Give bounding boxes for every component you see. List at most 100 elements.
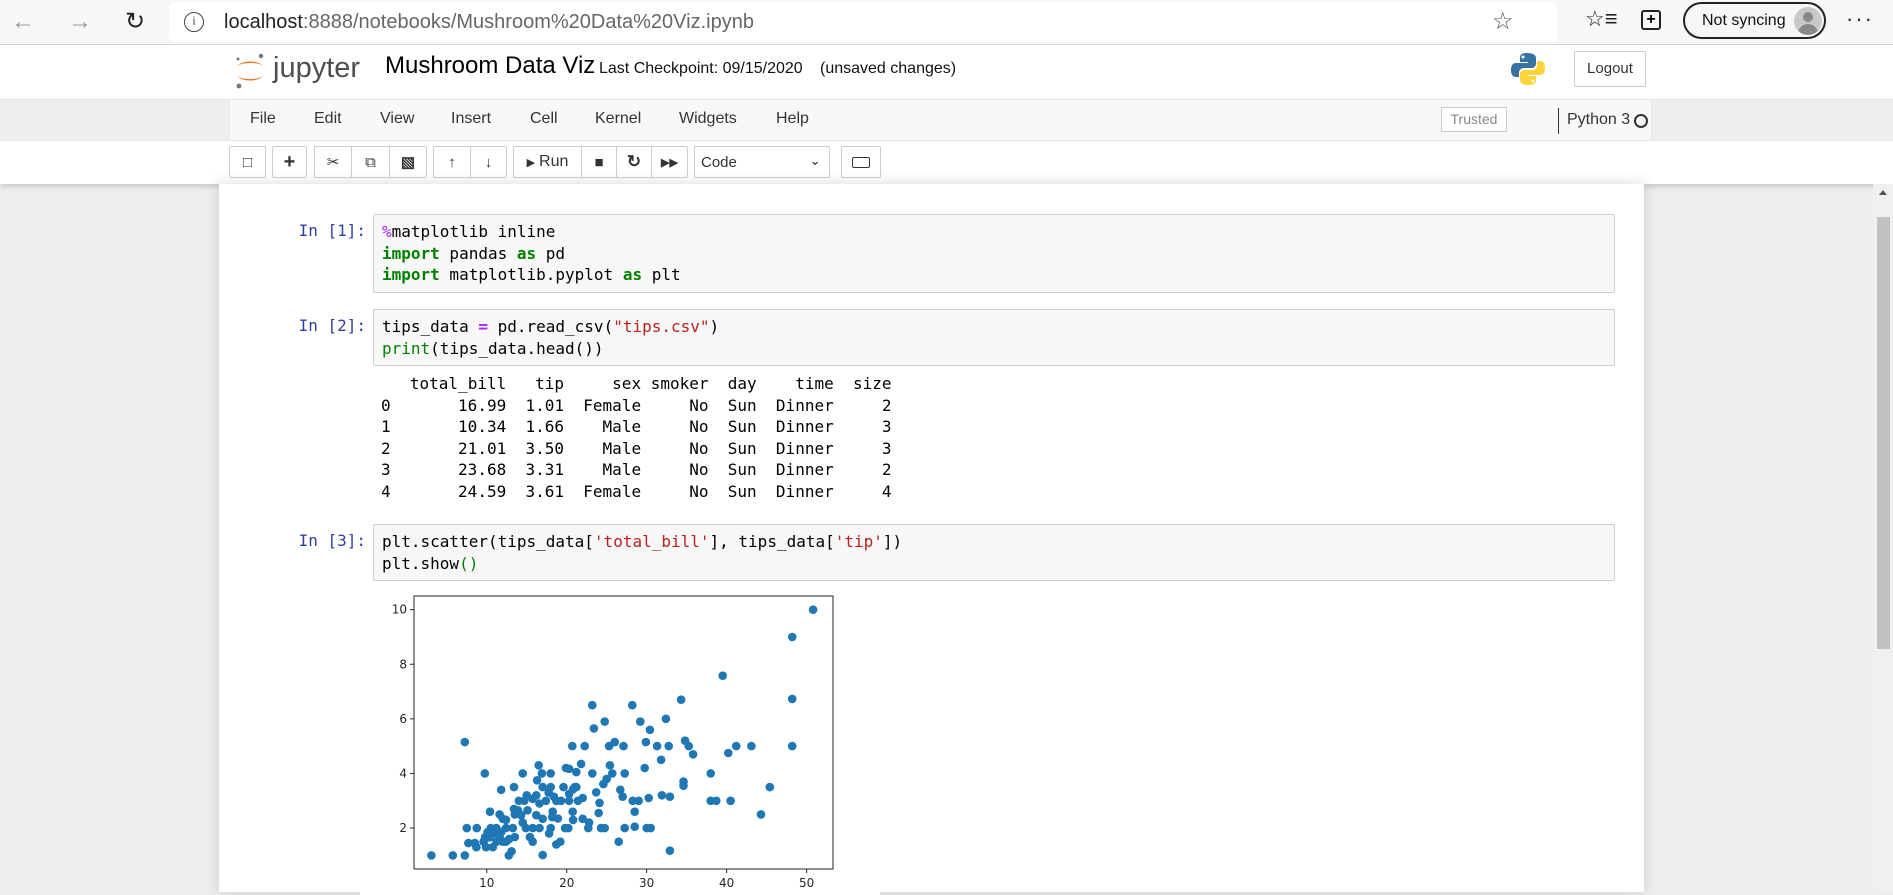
code-token: import xyxy=(382,265,440,284)
scatter-point xyxy=(676,695,686,704)
code-token: () xyxy=(459,553,479,573)
paste-button[interactable]: ▧ xyxy=(390,147,426,177)
table-cell: sex xyxy=(612,374,642,393)
cell-type-select[interactable]: Code ⌄ xyxy=(694,146,830,178)
kernel-name[interactable]: Python 3 xyxy=(1558,108,1630,134)
menubar: File Edit View Insert Cell Kernel Widget… xyxy=(229,100,1652,141)
table-cell: Dinner xyxy=(775,481,834,501)
x-tick-label: 30 xyxy=(639,876,654,890)
scatter-point xyxy=(605,761,615,770)
table-cell: No xyxy=(689,438,709,458)
table-cell: 10.34 xyxy=(458,417,507,436)
scatter-point xyxy=(630,822,639,831)
menu-help[interactable]: Help xyxy=(776,110,809,128)
unsaved-changes: (unsaved changes) xyxy=(820,60,957,77)
command-palette-button[interactable] xyxy=(841,146,881,178)
save-button[interactable]: □ xyxy=(229,146,266,178)
menu-kernel[interactable]: Kernel xyxy=(595,110,641,128)
code-cell-input[interactable]: plt.scatter(tips_data['total_bill'], tip… xyxy=(373,524,1615,581)
menu-insert[interactable]: Insert xyxy=(451,110,491,128)
scatter-point xyxy=(765,782,775,792)
table-cell: 3 xyxy=(381,460,391,479)
scatter-point xyxy=(646,823,655,833)
scatter-point xyxy=(620,769,629,778)
insert-cell-button[interactable]: + xyxy=(272,146,307,178)
notebook-container: In [1]: %matplotlib inline import pandas a… xyxy=(219,184,1644,895)
forward-icon[interactable]: → xyxy=(65,8,95,38)
collections-icon[interactable]: + xyxy=(1641,10,1661,30)
cut-button[interactable]: ✂ xyxy=(315,147,352,177)
scatter-point xyxy=(644,793,653,803)
scroll-up-icon[interactable] xyxy=(1879,190,1887,195)
scatter-point xyxy=(559,782,568,792)
favorites-list-icon[interactable]: ☆≡ xyxy=(1585,6,1618,32)
menu-widgets[interactable]: Widgets xyxy=(679,110,737,128)
x-tick-label: 10 xyxy=(479,876,494,890)
move-up-button[interactable]: ↑ xyxy=(434,147,471,177)
scatter-point xyxy=(427,851,436,860)
favorite-star-icon[interactable]: ☆ xyxy=(1492,7,1514,36)
sync-profile-button[interactable]: Not syncing xyxy=(1683,2,1826,39)
scrollbar-thumb[interactable] xyxy=(1877,217,1890,649)
scatter-point xyxy=(460,737,470,747)
copy-button[interactable]: ⧉ xyxy=(352,147,390,177)
trusted-indicator[interactable]: Trusted xyxy=(1441,107,1507,132)
restart-button[interactable]: ↻ xyxy=(617,147,652,177)
y-tick-label: 4 xyxy=(399,766,407,780)
code-token: matplotlib inline xyxy=(391,222,556,241)
code-token: plt xyxy=(642,265,681,284)
notebook-title[interactable]: Mushroom Data Viz xyxy=(385,52,595,80)
scatter-point xyxy=(630,807,639,816)
table-cell: 3.61 xyxy=(525,481,565,501)
scrollbar[interactable] xyxy=(1873,184,1893,892)
kernel-idle-icon xyxy=(1634,114,1648,128)
code-cell-input[interactable]: tips_data = pd.read_csv("tips.csv") print… xyxy=(373,309,1615,366)
table-row: 3 23.68 3.31 Male No Sun Dinner 2 xyxy=(381,459,892,481)
run-button[interactable]: ▶ Run xyxy=(514,147,582,177)
info-icon[interactable]: i xyxy=(184,12,204,32)
back-icon[interactable]: ← xyxy=(8,8,38,38)
scatter-point xyxy=(620,823,629,833)
menu-view[interactable]: View xyxy=(380,110,414,128)
scatter-point xyxy=(594,808,603,818)
scatter-point xyxy=(726,796,735,806)
move-down-button[interactable]: ↓ xyxy=(471,147,506,177)
logout-button[interactable]: Logout xyxy=(1574,51,1646,87)
run-icon: ▶ xyxy=(526,156,536,169)
address-bar[interactable]: i localhost:8888/notebooks/Mushroom%20Da… xyxy=(169,2,1557,42)
table-cell: No xyxy=(689,460,709,479)
table-cell: day xyxy=(727,374,757,393)
table-cell: No xyxy=(689,481,709,501)
x-tick-label: 50 xyxy=(799,876,814,890)
table-cell: Female xyxy=(583,481,642,501)
scatter-point xyxy=(504,834,514,844)
chevron-down-icon: ⌄ xyxy=(809,152,821,168)
table-cell: 2 xyxy=(881,395,892,415)
scatter-point xyxy=(665,792,675,801)
scatter-point xyxy=(610,737,619,747)
code-token: pandas xyxy=(439,243,517,263)
scatter-point xyxy=(602,774,611,784)
scatter-point xyxy=(724,748,733,758)
scatter-point xyxy=(578,814,587,824)
scatter-point xyxy=(756,810,766,819)
menu-edit[interactable]: Edit xyxy=(314,110,342,128)
menu-file[interactable]: File xyxy=(250,110,276,128)
y-tick-label: 6 xyxy=(399,712,407,726)
jupyter-logo[interactable]: jupyter xyxy=(233,50,373,92)
table-row: 4 24.59 3.61 Female No Sun Dinner 4 xyxy=(381,481,892,503)
table-cell: total_bill xyxy=(409,374,507,393)
scatter-point xyxy=(589,724,599,733)
code-cell-input[interactable]: %matplotlib inline import pandas as pd imp… xyxy=(373,214,1615,293)
restart-run-all-button[interactable]: ▶▶ xyxy=(652,147,687,177)
scatter-point xyxy=(747,741,756,751)
code-token: ], tips_data[ xyxy=(709,532,835,551)
run-label: Run xyxy=(539,153,569,170)
more-icon[interactable]: ··· xyxy=(1846,6,1874,32)
refresh-icon[interactable]: ↻ xyxy=(120,8,150,38)
menu-cell[interactable]: Cell xyxy=(530,110,558,128)
scatter-point xyxy=(485,807,495,816)
code-token: import xyxy=(382,243,440,263)
interrupt-button[interactable]: ■ xyxy=(582,147,617,177)
scatter-point xyxy=(560,823,570,833)
